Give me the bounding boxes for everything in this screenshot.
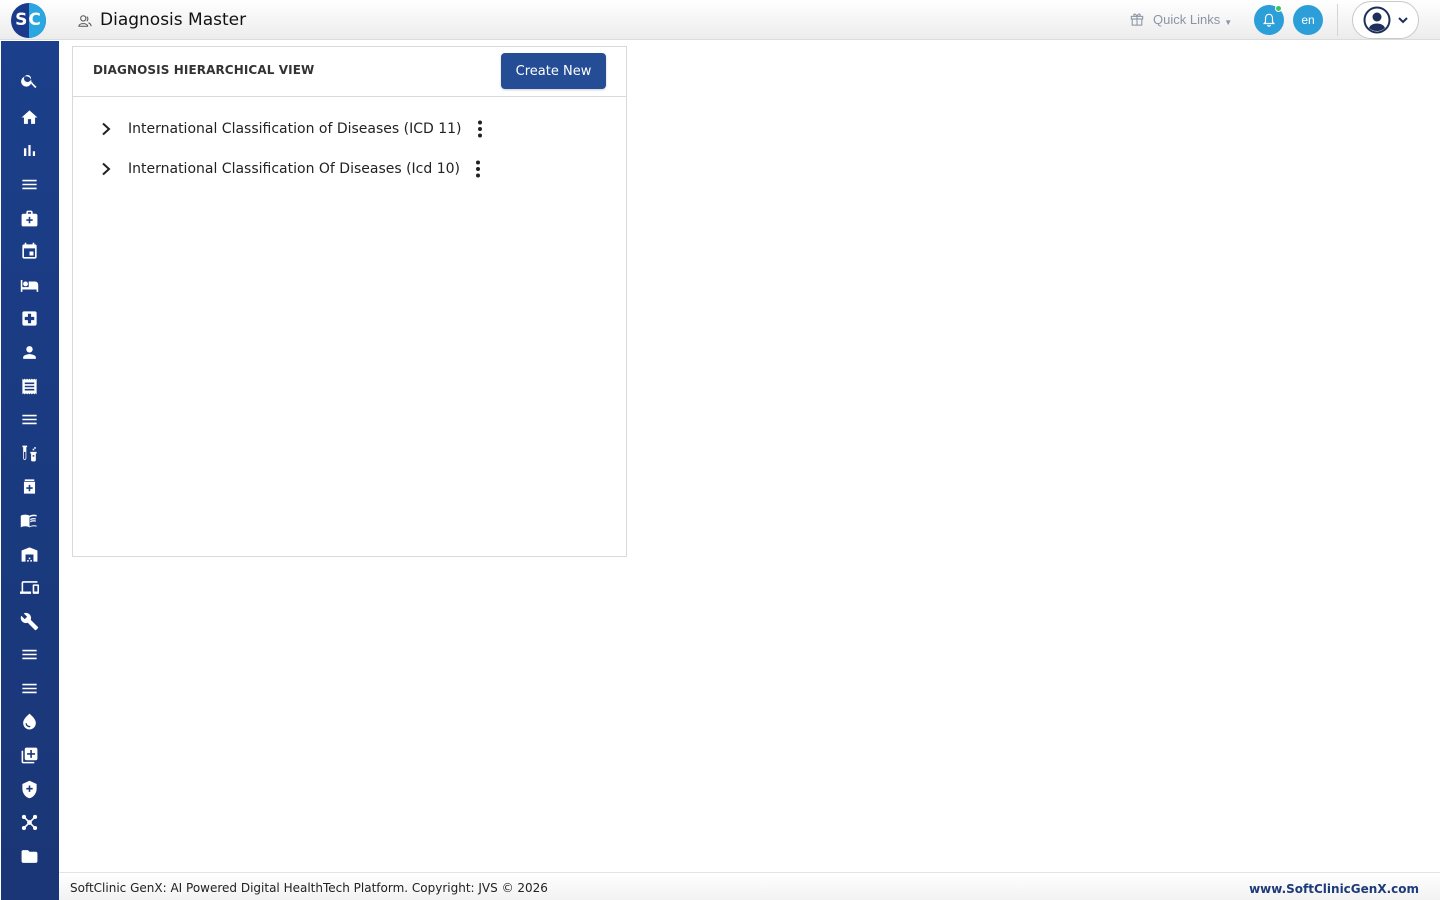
more-options-icon[interactable] <box>476 120 484 138</box>
card-title: DIAGNOSIS HIERARCHICAL VIEW <box>93 63 315 77</box>
sidebar-item-files[interactable] <box>18 845 40 867</box>
bed-icon <box>20 279 38 292</box>
sidebar-item-insurance[interactable] <box>18 778 40 800</box>
sidebar-item-menu-3[interactable] <box>18 643 40 665</box>
diagnosis-hierarchy-card: DIAGNOSIS HIERARCHICAL VIEW Create New I… <box>72 46 627 557</box>
sidebar-item-medical-kit[interactable] <box>18 207 40 229</box>
sidebar-item-menu-1[interactable] <box>18 173 40 195</box>
sidebar-item-tools[interactable] <box>18 610 40 632</box>
sidebar-item-home[interactable] <box>18 106 40 128</box>
quick-links-label: Quick Links <box>1153 11 1221 27</box>
bell-icon <box>1263 13 1275 27</box>
sidebar-item-library[interactable] <box>18 509 40 531</box>
shield-plus-icon <box>21 780 37 798</box>
sidebar-item-billing[interactable] <box>18 375 40 397</box>
sidebar-item-search[interactable] <box>18 69 40 91</box>
network-icon <box>21 814 37 830</box>
card-header: DIAGNOSIS HIERARCHICAL VIEW Create New <box>73 47 626 97</box>
logo-text: SC <box>15 10 42 30</box>
sidebar-item-pharmacy[interactable] <box>18 475 40 497</box>
add-library-icon <box>21 747 37 763</box>
bar-chart-icon <box>23 144 35 156</box>
sidebar-item-network[interactable] <box>18 811 40 833</box>
menu-icon <box>21 649 37 659</box>
menu-icon <box>21 179 37 189</box>
page-title: Diagnosis Master <box>100 10 247 30</box>
person-icon <box>22 345 36 359</box>
top-header: SC Diagnosis Master Quick Links ▼ en <box>0 0 1440 40</box>
tree-node-label[interactable]: International Classification of Diseases… <box>128 121 462 137</box>
footer-copyright: SoftClinic GenX: AI Powered Digital Heal… <box>70 881 548 895</box>
search-icon <box>20 74 36 88</box>
chevron-down-icon <box>1398 17 1408 24</box>
wrench-icon <box>20 612 38 630</box>
sidebar-item-menu-2[interactable] <box>18 408 40 430</box>
lab-vials-icon <box>21 445 37 461</box>
sidebar-item-store[interactable] <box>18 543 40 565</box>
medical-plus-icon <box>21 310 37 326</box>
folder-icon <box>21 849 37 863</box>
menu-icon <box>21 683 37 693</box>
tree-node-label[interactable]: International Classification Of Diseases… <box>128 161 460 177</box>
more-options-icon[interactable] <box>474 160 482 178</box>
calendar-icon <box>21 242 37 259</box>
tree-node-icd11[interactable]: International Classification of Diseases… <box>100 117 484 141</box>
home-icon <box>21 109 37 124</box>
softclinic-logo[interactable]: SC <box>11 3 46 38</box>
medicine-bottle-icon <box>23 478 35 494</box>
create-new-button[interactable]: Create New <box>501 53 606 89</box>
sidebar-item-patient[interactable] <box>18 341 40 363</box>
chevron-right-icon[interactable] <box>100 162 112 176</box>
tree-node-icd10[interactable]: International Classification Of Diseases… <box>100 157 482 181</box>
warehouse-icon <box>21 546 37 562</box>
quick-links-dropdown[interactable]: Quick Links ▼ <box>1130 9 1232 29</box>
sidebar-item-ipd[interactable] <box>18 274 40 296</box>
sidebar-item-devices[interactable] <box>18 576 40 598</box>
users-icon <box>78 15 92 27</box>
receipt-icon <box>21 378 37 394</box>
sidebar-item-lab[interactable] <box>18 442 40 464</box>
gift-icon <box>1130 13 1144 26</box>
sidebar-item-medical[interactable] <box>18 307 40 329</box>
footer-website-link[interactable]: www.SoftClinicGenX.com <box>1249 882 1419 896</box>
book-icon <box>20 514 37 527</box>
profile-menu[interactable] <box>1352 1 1419 39</box>
menu-icon <box>21 414 37 424</box>
caret-down-icon: ▼ <box>1224 17 1233 27</box>
language-button[interactable]: en <box>1293 5 1323 35</box>
sidebar-item-menu-4[interactable] <box>18 677 40 699</box>
notification-dot <box>1275 5 1282 12</box>
sidebar-item-calendar[interactable] <box>18 240 40 262</box>
blood-drop-icon <box>22 713 36 729</box>
footer: SoftClinic GenX: AI Powered Digital Heal… <box>59 872 1440 900</box>
medical-kit-icon <box>21 210 37 226</box>
sidebar-item-add-library[interactable] <box>18 744 40 766</box>
sidebar-item-reports[interactable] <box>18 139 40 161</box>
notifications-button[interactable] <box>1254 5 1284 35</box>
user-avatar-icon <box>1363 6 1391 34</box>
header-divider <box>1337 4 1338 36</box>
devices-icon <box>19 580 39 594</box>
chevron-right-icon[interactable] <box>100 122 112 136</box>
sidebar <box>1 41 59 900</box>
sidebar-item-blood-bank[interactable] <box>18 710 40 732</box>
